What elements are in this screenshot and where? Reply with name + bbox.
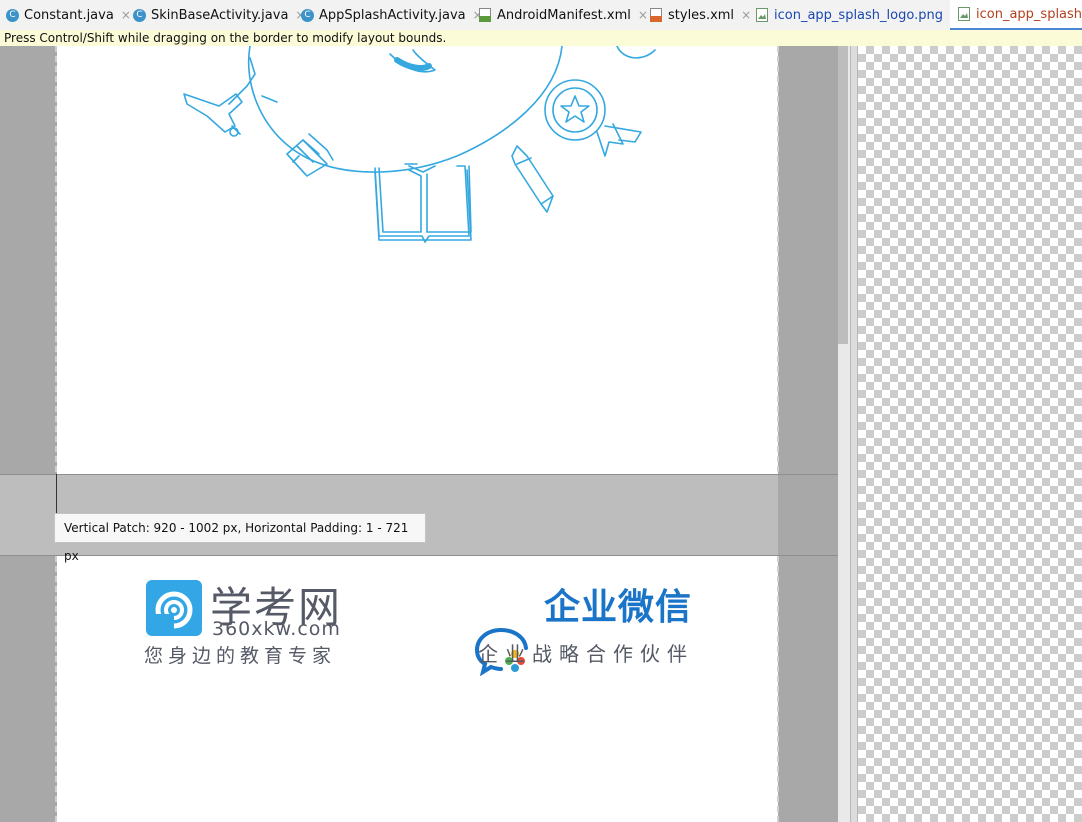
- tab-constant-java[interactable]: C Constant.java ×: [6, 0, 131, 30]
- tab-label: icon_app_splash_lo: [976, 6, 1082, 22]
- panel-splitter[interactable]: [850, 46, 858, 822]
- editor-hint-banner: Press Control/Shift while dragging on th…: [0, 30, 1082, 46]
- java-class-icon: C: [6, 8, 19, 22]
- right-patch-guide[interactable]: [777, 46, 779, 822]
- close-icon[interactable]: ×: [638, 8, 648, 22]
- editor-tab-bar: C Constant.java × C SkinBaseActivity.jav…: [0, 0, 1082, 31]
- splash-illustration: [183, 46, 656, 243]
- image-file-icon: [958, 7, 970, 21]
- nine-patch-editor[interactable]: 学考网 360xkw.com 您身边的教育专家 企业微信 企业战略合作伙伴 Ve…: [0, 46, 838, 822]
- tab-label: AndroidManifest.xml: [497, 7, 631, 23]
- tab-icon-app-splash-9patch-active[interactable]: icon_app_splash_lo: [950, 0, 1082, 30]
- close-icon[interactable]: ×: [741, 8, 751, 22]
- tab-androidmanifest-xml[interactable]: AndroidManifest.xml ×: [479, 0, 648, 30]
- patch-side-area: [778, 474, 838, 556]
- wework-slogan: 企业战略合作伙伴: [478, 642, 694, 666]
- xkw-swirl-icon: [152, 591, 193, 632]
- java-class-icon: C: [133, 8, 146, 22]
- tab-skinbaseactivity-java[interactable]: C SkinBaseActivity.java ×: [133, 0, 305, 30]
- nine-patch-preview-pane: [858, 46, 1082, 822]
- xkw-logo-mark: [146, 580, 202, 636]
- wework-title: 企业微信: [544, 587, 693, 628]
- patch-info-tooltip: Vertical Patch: 920 - 1002 px, Horizonta…: [54, 513, 426, 563]
- tab-label: AppSplashActivity.java: [319, 7, 466, 23]
- left-patch-guide[interactable]: [55, 46, 57, 822]
- xml-file-icon: [650, 8, 662, 22]
- tab-appsplashactivity-java[interactable]: C AppSplashActivity.java ×: [301, 0, 483, 30]
- image-file-icon: [756, 8, 768, 22]
- close-icon[interactable]: ×: [121, 8, 131, 22]
- tab-label: Constant.java: [24, 7, 114, 23]
- tab-label: SkinBaseActivity.java: [151, 7, 289, 23]
- image-canvas[interactable]: 学考网 360xkw.com 您身边的教育专家 企业微信 企业战略合作伙伴: [57, 46, 778, 822]
- tab-styles-xml[interactable]: styles.xml ×: [650, 0, 751, 30]
- tab-label: icon_app_splash_logo.png: [774, 7, 943, 23]
- java-class-icon: C: [301, 8, 314, 22]
- tab-icon-app-splash-logo-png[interactable]: icon_app_splash_logo.png ×: [756, 0, 960, 30]
- tab-label: styles.xml: [668, 7, 735, 23]
- vertical-scrollbar[interactable]: [838, 46, 850, 822]
- scrollbar-thumb[interactable]: [838, 46, 848, 344]
- manifest-file-icon: [479, 8, 491, 22]
- xkw-slogan: 您身边的教育专家: [144, 645, 337, 667]
- xkw-domain: 360xkw.com: [212, 618, 341, 640]
- patch-marker-line[interactable]: [56, 474, 57, 514]
